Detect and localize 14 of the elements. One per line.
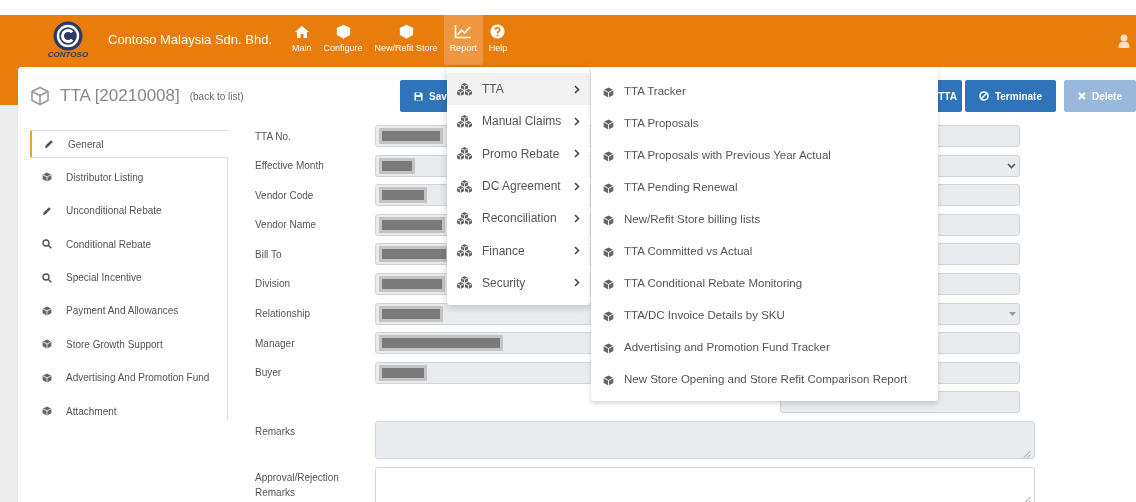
field-label: Manager	[255, 336, 296, 351]
field-label: Vendor Name	[255, 218, 318, 233]
field-label: Bill To	[255, 247, 283, 262]
field-label: Division	[255, 277, 291, 292]
field-label: Approval/Rejection Remarks	[255, 470, 340, 500]
field-label: Relationship	[255, 307, 312, 322]
page-title: TTA [20210008]	[60, 85, 180, 108]
field-label: TTA No.	[255, 129, 292, 144]
field-label: Remarks	[255, 424, 296, 439]
field-label: Vendor Code	[255, 188, 315, 203]
field-label: Effective Month	[255, 159, 325, 174]
company-name: Contoso Malaysia Sdn. Bhd.	[108, 31, 273, 50]
logo-text: CONTOSO	[47, 51, 89, 59]
field-label: Buyer	[255, 366, 283, 381]
